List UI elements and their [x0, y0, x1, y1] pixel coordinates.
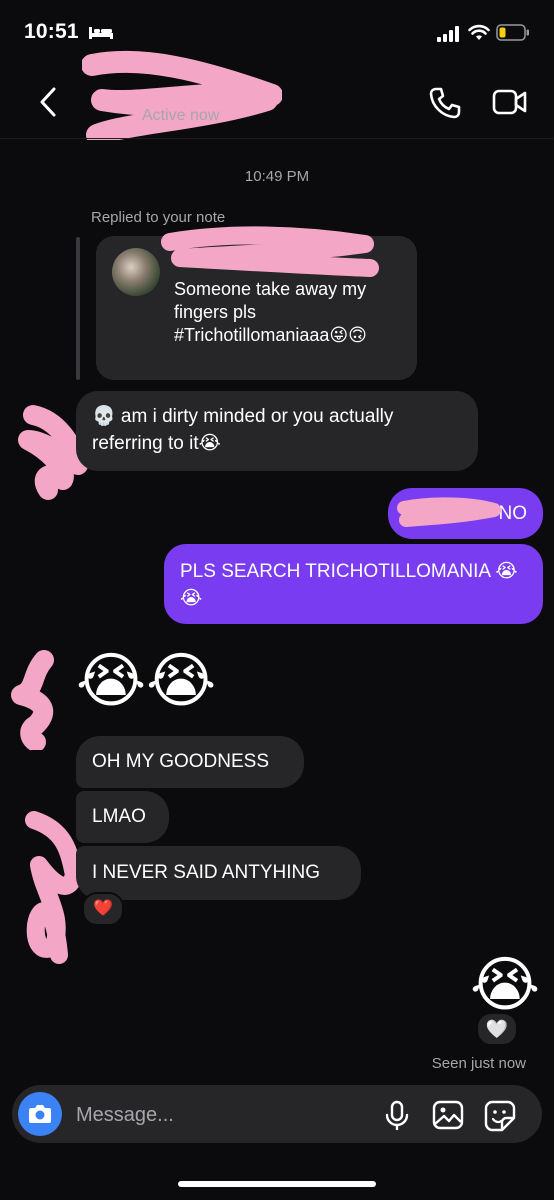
- wifi-icon: [468, 24, 490, 40]
- incoming-message[interactable]: LMAO: [76, 791, 169, 843]
- sleep-bed-icon: [89, 27, 113, 39]
- sticker-icon[interactable]: [484, 1100, 516, 1132]
- note-avatar: [112, 248, 160, 296]
- note-text: Someone take away my fingers pls #Tricho…: [174, 279, 367, 345]
- status-time: 10:51: [24, 20, 79, 43]
- cellular-signal-icon: [437, 26, 459, 42]
- gallery-icon[interactable]: [432, 1100, 464, 1130]
- active-status: Active now: [142, 107, 220, 124]
- back-chevron-icon[interactable]: [34, 84, 64, 120]
- redaction-scribble: [397, 497, 501, 527]
- heart-reaction-badge[interactable]: ❤️: [82, 892, 124, 926]
- camera-button[interactable]: [18, 1092, 62, 1136]
- header-divider: [0, 138, 554, 139]
- outgoing-message[interactable]: PLS SEARCH TRICHOTILLOMANIA 😭😭: [164, 544, 543, 624]
- phone-call-icon[interactable]: [428, 86, 462, 120]
- message-timestamp: 10:49 PM: [244, 168, 310, 185]
- incoming-emoji-message[interactable]: 😭😭: [76, 646, 216, 716]
- incoming-message[interactable]: OH MY GOODNESS: [76, 736, 304, 788]
- reply-indicator-bar: [76, 237, 80, 380]
- home-indicator[interactable]: [178, 1181, 376, 1187]
- outgoing-emoji-message[interactable]: 😭: [470, 950, 540, 1020]
- incoming-message[interactable]: I NEVER SAID ANTYHING: [76, 846, 361, 900]
- microphone-icon[interactable]: [384, 1100, 410, 1132]
- white-heart-reaction-badge[interactable]: 🤍: [476, 1012, 518, 1046]
- message-input[interactable]: [76, 1102, 356, 1128]
- redaction-scribble: [82, 50, 282, 140]
- redacted-avatar-scribble: [11, 650, 54, 750]
- incoming-message[interactable]: 💀 am i dirty minded or you actually refe…: [76, 391, 478, 471]
- camera-icon: [29, 1105, 51, 1123]
- redaction-scribble: [161, 226, 379, 277]
- low-power-battery-icon: [496, 24, 529, 41]
- seen-status: Seen just now: [431, 1055, 526, 1072]
- video-call-icon[interactable]: [492, 86, 528, 118]
